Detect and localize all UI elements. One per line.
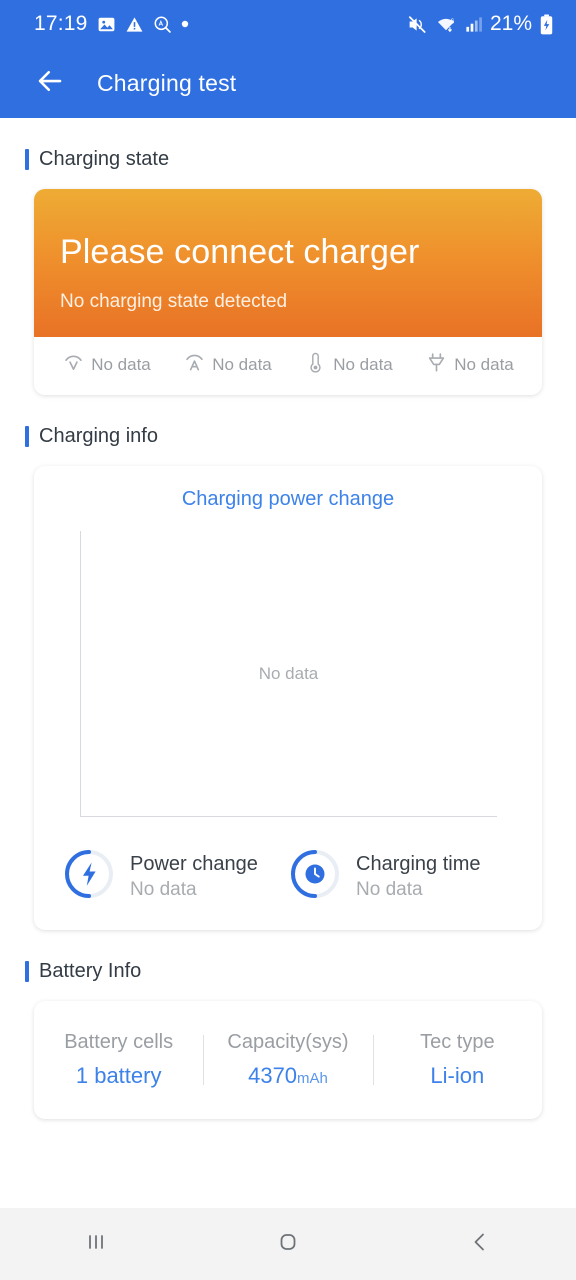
system-nav-bar bbox=[0, 1208, 576, 1280]
status-bar-clock: 17:19 bbox=[34, 12, 88, 35]
section-header-charging-state: Charging state bbox=[0, 148, 576, 171]
stat-plug-value: No data bbox=[454, 355, 514, 375]
metric-power-change-value: No data bbox=[130, 878, 197, 900]
section-title-charging-info: Charging info bbox=[39, 425, 158, 448]
charging-state-headline: Please connect charger bbox=[60, 233, 420, 271]
home-icon bbox=[275, 1229, 301, 1260]
thermometer-icon bbox=[304, 351, 327, 379]
chart-title: Charging power change bbox=[181, 488, 395, 511]
stat-amperage: No data bbox=[167, 351, 288, 379]
capacity-sys-label: Capacity(sys) bbox=[227, 1031, 349, 1054]
recents-icon bbox=[83, 1229, 109, 1260]
section-accent-bar bbox=[25, 426, 29, 448]
battery-info-row: Battery cells 1 battery Capacity(sys) 43… bbox=[34, 1031, 542, 1089]
metric-power-change-text: Power change No data bbox=[130, 853, 258, 901]
metric-charging-time-text: Charging time No data bbox=[356, 853, 481, 901]
metric-power-change[interactable]: Power change No data bbox=[62, 847, 288, 906]
section-accent-bar bbox=[25, 149, 29, 170]
mute-icon bbox=[407, 14, 428, 35]
stat-plug: No data bbox=[409, 351, 530, 379]
stat-temperature: No data bbox=[288, 351, 409, 379]
charging-state-stats-row: No data No data No data No data bbox=[34, 337, 542, 396]
signal-bars-icon bbox=[464, 15, 483, 34]
section-header-charging-info: Charging info bbox=[0, 425, 576, 448]
chart-empty-label: No data bbox=[258, 664, 319, 684]
wifi-icon: 6 bbox=[435, 14, 457, 35]
charging-state-card[interactable]: Please connect charger No charging state… bbox=[34, 189, 542, 396]
charging-metrics-row: Power change No data Charging time No da… bbox=[34, 847, 542, 906]
section-header-battery-info: Battery Info bbox=[0, 960, 576, 983]
stat-voltage-value: No data bbox=[91, 355, 151, 375]
stat-temperature-value: No data bbox=[333, 355, 393, 375]
nav-back-button[interactable] bbox=[384, 1229, 576, 1260]
tec-type-cell: Tec type Li-ion bbox=[372, 1031, 542, 1089]
page-title: Charging test bbox=[97, 69, 237, 96]
section-title-charging-state: Charging state bbox=[39, 148, 170, 170]
metric-power-change-label: Power change bbox=[130, 852, 258, 875]
stat-voltage: No data bbox=[46, 351, 167, 379]
scroll-content[interactable]: Charging state Please connect charger No… bbox=[0, 118, 576, 1208]
tec-type-value: Li-ion bbox=[430, 1063, 485, 1089]
lightning-bolt-icon bbox=[62, 847, 116, 906]
voltage-icon bbox=[62, 351, 85, 379]
tec-type-label: Tec type bbox=[420, 1031, 495, 1054]
metric-charging-time-label: Charging time bbox=[356, 852, 481, 875]
clock-icon bbox=[288, 847, 342, 906]
metric-charging-time[interactable]: Charging time No data bbox=[288, 847, 514, 906]
battery-info-card[interactable]: Battery cells 1 battery Capacity(sys) 43… bbox=[34, 1001, 542, 1120]
nav-home-button[interactable] bbox=[192, 1229, 384, 1260]
battery-cells-cell: Battery cells 1 battery bbox=[34, 1031, 203, 1089]
plug-icon bbox=[425, 351, 448, 379]
charging-state-subtext: No charging state detected bbox=[60, 291, 288, 313]
back-button[interactable] bbox=[28, 61, 72, 105]
charging-state-banner: Please connect charger No charging state… bbox=[34, 189, 542, 338]
capacity-sys-value-wrap: 4370mAh bbox=[203, 1063, 372, 1089]
image-icon bbox=[97, 15, 116, 34]
section-accent-bar bbox=[25, 961, 29, 983]
battery-cells-value: 1 battery bbox=[75, 1063, 162, 1089]
amperage-icon bbox=[183, 351, 206, 379]
capacity-sys-cell: Capacity(sys) 4370mAh bbox=[203, 1031, 372, 1089]
nav-recents-button[interactable] bbox=[0, 1229, 192, 1260]
charging-info-card[interactable]: Charging power change No data Power chan… bbox=[34, 466, 542, 931]
capacity-sys-unit: mAh bbox=[297, 1070, 328, 1088]
arrow-left-icon bbox=[35, 66, 65, 101]
metric-charging-time-value: No data bbox=[356, 878, 423, 900]
battery-cells-label: Battery cells bbox=[64, 1031, 174, 1054]
battery-percent-label: 21% bbox=[489, 12, 532, 35]
battery-charging-icon bbox=[539, 13, 554, 35]
charging-power-chart: No data bbox=[80, 531, 497, 818]
stat-amperage-value: No data bbox=[212, 355, 272, 375]
status-bar-left: 17:19 bbox=[34, 12, 189, 36]
capacity-sys-value: 4370 bbox=[248, 1063, 298, 1089]
app-bar: Charging test bbox=[0, 48, 576, 118]
adaptive-search-icon bbox=[153, 15, 172, 34]
status-bar-right: 6 21% bbox=[407, 12, 554, 36]
section-title-battery-info: Battery Info bbox=[39, 960, 142, 983]
warning-triangle-icon bbox=[125, 15, 144, 34]
chart-x-axis bbox=[80, 816, 497, 818]
status-bar: 17:19 6 21% bbox=[0, 0, 576, 48]
app-screen: 17:19 6 21% Charging test Charging state… bbox=[0, 0, 576, 1280]
dot-icon bbox=[181, 20, 189, 28]
back-chevron-icon bbox=[467, 1229, 493, 1260]
svg-text:6: 6 bbox=[450, 18, 454, 25]
